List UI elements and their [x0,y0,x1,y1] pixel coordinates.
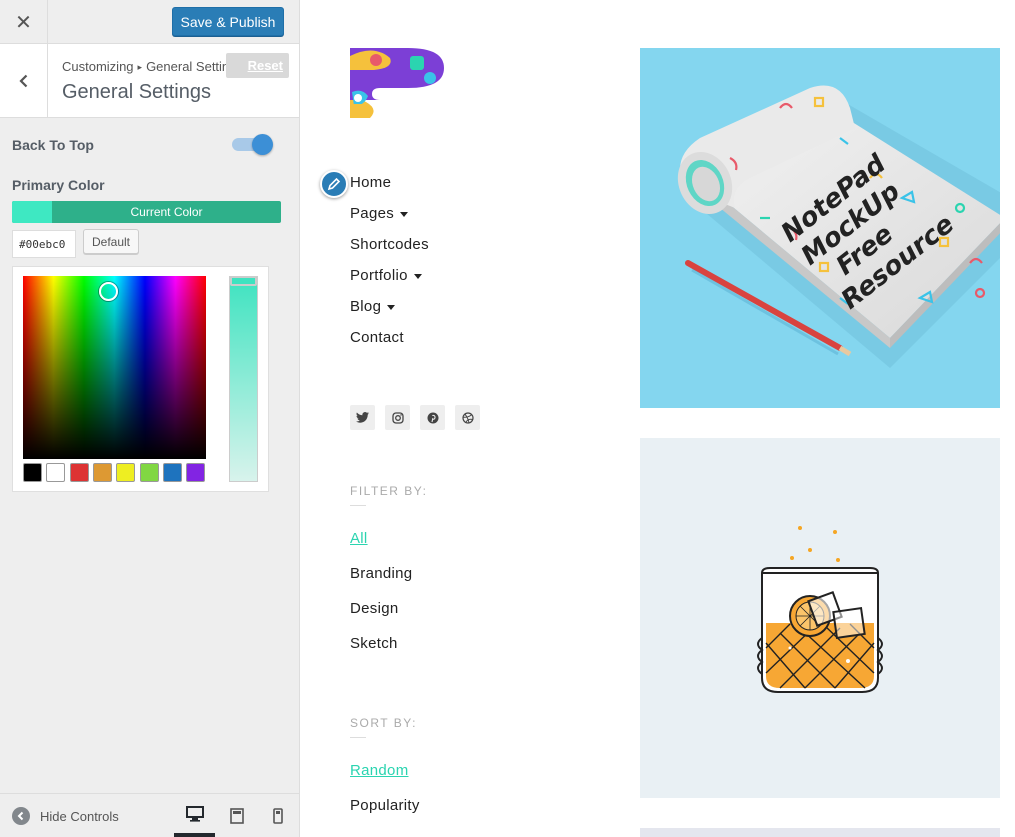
color-slider-strip[interactable] [229,276,258,482]
palette-swatch[interactable] [23,463,42,482]
palette-swatch[interactable] [69,463,89,482]
dribbble-link[interactable] [455,405,480,430]
sort-option[interactable]: Popularity [350,797,420,814]
nav-item[interactable]: Shortcodes [350,236,429,253]
nav-item-label: Contact [350,329,404,346]
reset-button[interactable]: Reset [226,53,289,78]
palette-swatch[interactable] [186,463,206,482]
filter-option[interactable]: Design [350,600,399,617]
chevron-left-icon [18,74,27,87]
desktop-preview-button[interactable] [174,794,215,837]
mobile-preview-button[interactable] [257,794,298,837]
sort-option[interactable]: Random [350,762,409,779]
filter-option[interactable]: Branding [350,565,412,582]
darkness-gradient [23,276,206,459]
instagram-icon [391,411,404,424]
back-to-top-label: Back To Top [12,137,94,153]
breadcrumb-root: Customizing [62,59,134,74]
current-color-label: Current Color [130,205,203,219]
close-icon: ✕ [15,11,32,34]
current-color-swatch [12,201,52,223]
section-title: General Settings [62,81,211,103]
caret-down-icon [387,305,396,310]
filter-by-label: FILTER BY: [350,484,428,498]
instagram-link[interactable] [385,405,410,430]
back-to-top-toggle[interactable] [231,134,273,155]
nav-item[interactable]: Pages [350,205,409,222]
sort-divider [350,737,366,738]
nav-item-label: Shortcodes [350,236,429,253]
site-preview: Home Pages Shortcodes Portfolio Blog Contact … [300,0,1015,837]
hide-controls-label: Hide Controls [40,808,119,824]
nav-item-label: Pages [350,205,395,222]
nav-item[interactable]: Portfolio [350,267,422,284]
customizer-footer: Hide Controls [0,793,299,837]
color-picker-handle[interactable] [99,282,118,301]
pinterest-icon [427,412,438,423]
nav-item[interactable]: Blog [350,298,396,315]
twitter-icon [356,412,369,423]
mobile-icon [272,807,283,824]
customizer-header: ✕ Save & Publish [0,0,299,44]
desktop-icon [185,805,204,822]
primary-color-label: Primary Color [12,177,105,193]
palette-swatch[interactable] [46,463,66,482]
color-picker [12,266,269,492]
color-slider-handle[interactable] [230,276,257,286]
palette-swatch[interactable] [162,463,182,482]
filter-option[interactable]: Sketch [350,635,398,652]
tablet-preview-button[interactable] [216,794,257,837]
back-button[interactable] [0,44,48,117]
notepad-mockup-image: NotePad MockUp Free Resource [677,85,1000,368]
section-header: Customizing ▸ General Settings General Set… [0,44,299,118]
default-color-button[interactable]: Default [83,229,139,254]
hide-controls-button[interactable]: Hide Controls [12,807,119,825]
site-logo[interactable] [350,48,444,118]
nav-item[interactable]: Contact [350,329,404,346]
caret-down-icon [413,274,422,279]
portfolio-item-notepad[interactable]: NotePad MockUp Free Resource [640,48,1000,408]
breadcrumb: Customizing ▸ General Settings [62,59,243,74]
palette-swatch[interactable] [139,463,159,482]
portfolio-item-partial[interactable] [640,828,1000,837]
saturation-value-area[interactable] [23,276,206,459]
caret-down-icon [400,212,409,217]
dribbble-icon [461,411,474,424]
edit-shortcut-button[interactable] [320,170,348,198]
drink-illustration-image [757,526,883,693]
pencil-icon [327,177,341,191]
pinterest-link[interactable] [420,405,445,430]
current-color-button[interactable]: Current Color [12,201,281,223]
collapse-arrow-icon [12,807,30,825]
tablet-icon [229,807,244,824]
portfolio-item-drink[interactable] [640,438,1000,798]
nav-item-label: Home [350,174,392,191]
hex-color-input[interactable] [12,230,76,258]
nav-item-label: Portfolio [350,267,408,284]
toggle-knob [252,134,273,155]
sort-by-label: SORT BY: [350,716,417,730]
breadcrumb-separator: ▸ [137,62,143,72]
twitter-link[interactable] [350,405,375,430]
customizer-sidebar: ✕ Save & Publish Customizing ▸ General Set… [0,0,300,837]
filter-option[interactable]: All [350,530,368,547]
palette-swatch[interactable] [116,463,136,482]
nav-item-label: Blog [350,298,382,315]
close-customizer-button[interactable]: ✕ [0,0,48,44]
save-publish-button[interactable]: Save & Publish [172,7,284,36]
palette-swatch[interactable] [92,463,112,482]
filter-divider [350,505,366,506]
nav-item[interactable]: Home [350,174,391,191]
